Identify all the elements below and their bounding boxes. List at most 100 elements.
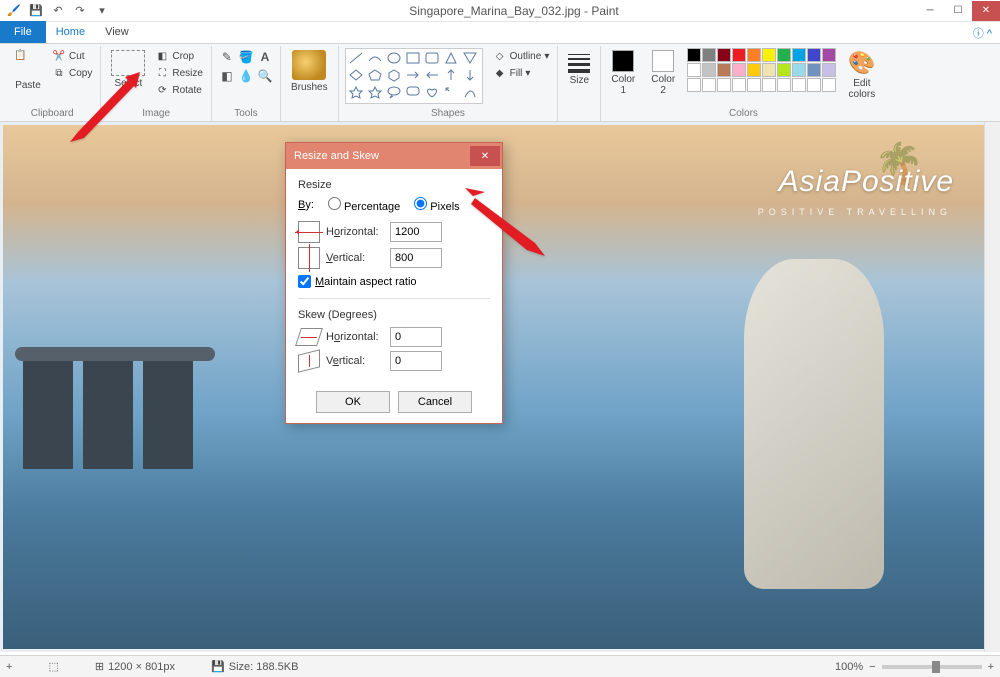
- title-bar: 🖌️ 💾 ↶ ↷ ▾ Singapore_Marina_Bay_032.jpg …: [0, 0, 1000, 22]
- color-swatch[interactable]: [687, 63, 701, 77]
- color-swatch[interactable]: [702, 78, 716, 92]
- color-swatch[interactable]: [807, 63, 821, 77]
- color-swatch[interactable]: [687, 78, 701, 92]
- maintain-aspect-label: Maintain aspect ratio: [315, 276, 417, 288]
- vertical-scrollbar[interactable]: [984, 122, 1000, 652]
- color-swatch[interactable]: [702, 63, 716, 77]
- color-swatch[interactable]: [717, 48, 731, 62]
- color-swatch[interactable]: [777, 63, 791, 77]
- maximize-button[interactable]: ☐: [944, 1, 972, 21]
- close-button[interactable]: ✕: [972, 1, 1000, 21]
- brushes-button[interactable]: Brushes: [287, 48, 332, 95]
- radio-pixels[interactable]: Pixels: [414, 197, 459, 213]
- fill-icon[interactable]: 🪣: [237, 48, 255, 66]
- shape-fill-button[interactable]: ◆Fill ▾: [491, 65, 552, 81]
- vertical-label: Vertical:: [326, 252, 384, 264]
- zoom-in-button[interactable]: +: [988, 661, 994, 673]
- colors-label: Colors: [729, 106, 758, 119]
- cut-button[interactable]: ✂️Cut: [50, 48, 94, 64]
- ok-button[interactable]: OK: [316, 391, 390, 413]
- selection-icon: ⬚: [48, 660, 58, 673]
- color-swatch[interactable]: [747, 78, 761, 92]
- horizontal-icon: [298, 221, 320, 243]
- cursor-pos: +: [6, 661, 12, 673]
- color-swatch[interactable]: [717, 63, 731, 77]
- pencil-icon[interactable]: ✎: [218, 48, 236, 66]
- color-swatch[interactable]: [792, 78, 806, 92]
- color-swatch[interactable]: [687, 48, 701, 62]
- skew-vertical-input[interactable]: [390, 351, 442, 371]
- disk-icon: 💾: [211, 660, 225, 673]
- color2-button[interactable]: Color 2: [647, 48, 679, 98]
- zoom-out-button[interactable]: −: [869, 661, 875, 673]
- zoom-slider[interactable]: [882, 665, 982, 669]
- tab-home[interactable]: Home: [46, 21, 95, 43]
- crop-button[interactable]: ◧Crop: [153, 48, 205, 64]
- tab-view[interactable]: View: [95, 21, 139, 43]
- color-swatch[interactable]: [747, 48, 761, 62]
- color-swatch[interactable]: [732, 63, 746, 77]
- color-swatch[interactable]: [792, 48, 806, 62]
- color-swatch[interactable]: [792, 63, 806, 77]
- picker-icon[interactable]: 💧: [237, 67, 255, 85]
- skew-horizontal-icon: [295, 328, 323, 346]
- color-swatch[interactable]: [822, 78, 836, 92]
- resize-vertical-input[interactable]: [390, 248, 442, 268]
- dialog-close-button[interactable]: ✕: [470, 146, 500, 166]
- save-icon[interactable]: 💾: [26, 2, 46, 20]
- redo-icon[interactable]: ↷: [70, 2, 90, 20]
- color-swatch[interactable]: [717, 78, 731, 92]
- radio-percentage[interactable]: Percentage: [328, 197, 400, 213]
- skyline: [3, 349, 283, 469]
- resize-horizontal-input[interactable]: [390, 222, 442, 242]
- rotate-button[interactable]: ⟳Rotate: [153, 82, 205, 98]
- minimize-button[interactable]: ─: [916, 1, 944, 21]
- color-swatch[interactable]: [762, 78, 776, 92]
- shapes-label: Shapes: [431, 106, 465, 119]
- image-dimensions: ⊞ 1200 × 801px: [95, 660, 175, 673]
- color-swatch[interactable]: [747, 63, 761, 77]
- edit-colors-icon: 🎨: [848, 50, 875, 76]
- zoom-control: 100% − +: [835, 661, 994, 673]
- zoom-value: 100%: [835, 661, 863, 673]
- cancel-button[interactable]: Cancel: [398, 391, 472, 413]
- color-swatch[interactable]: [777, 78, 791, 92]
- color-swatch[interactable]: [822, 63, 836, 77]
- eraser-icon[interactable]: ◧: [218, 67, 236, 85]
- edit-colors-button[interactable]: 🎨 Edit colors: [844, 48, 879, 102]
- color1-button[interactable]: Color 1: [607, 48, 639, 98]
- color-palette[interactable]: [687, 48, 836, 92]
- vertical-icon: [298, 247, 320, 269]
- cursor-icon: +: [6, 661, 12, 673]
- ribbon-tabs: File Home View ⓘ ^: [0, 22, 1000, 44]
- group-shapes: ◇Outline ▾ ◆Fill ▾ Shapes: [339, 46, 559, 121]
- shapes-gallery[interactable]: [345, 48, 483, 104]
- undo-icon[interactable]: ↶: [48, 2, 68, 20]
- resize-button[interactable]: ⛶Resize: [153, 65, 205, 81]
- shape-outline-button[interactable]: ◇Outline ▾: [491, 48, 552, 64]
- dialog-titlebar[interactable]: Resize and Skew ✕: [286, 143, 502, 169]
- color-swatch[interactable]: [732, 48, 746, 62]
- color-swatch[interactable]: [762, 48, 776, 62]
- skew-horizontal-input[interactable]: [390, 327, 442, 347]
- text-icon[interactable]: A: [256, 48, 274, 66]
- tools-label: Tools: [234, 106, 257, 119]
- color-swatch[interactable]: [732, 78, 746, 92]
- size-button[interactable]: Size: [564, 48, 594, 88]
- color-swatch[interactable]: [702, 48, 716, 62]
- color-swatch[interactable]: [777, 48, 791, 62]
- magnifier-icon[interactable]: 🔍: [256, 67, 274, 85]
- tab-file[interactable]: File: [0, 21, 46, 43]
- qat-dropdown-icon[interactable]: ▾: [92, 2, 112, 20]
- maintain-aspect-checkbox[interactable]: [298, 275, 311, 288]
- color-swatch[interactable]: [807, 48, 821, 62]
- color-swatch[interactable]: [807, 78, 821, 92]
- group-tools: ✎ 🪣 A ◧ 💧 🔍 Tools: [212, 46, 281, 121]
- resize-icon: ⛶: [155, 66, 169, 80]
- clipboard-label: Clipboard: [31, 106, 74, 119]
- paste-button[interactable]: 📋 Paste: [10, 48, 46, 93]
- color-swatch[interactable]: [822, 48, 836, 62]
- color-swatch[interactable]: [762, 63, 776, 77]
- skew-v-label: Vertical:: [326, 355, 384, 367]
- help-icon[interactable]: ⓘ ^: [973, 25, 992, 41]
